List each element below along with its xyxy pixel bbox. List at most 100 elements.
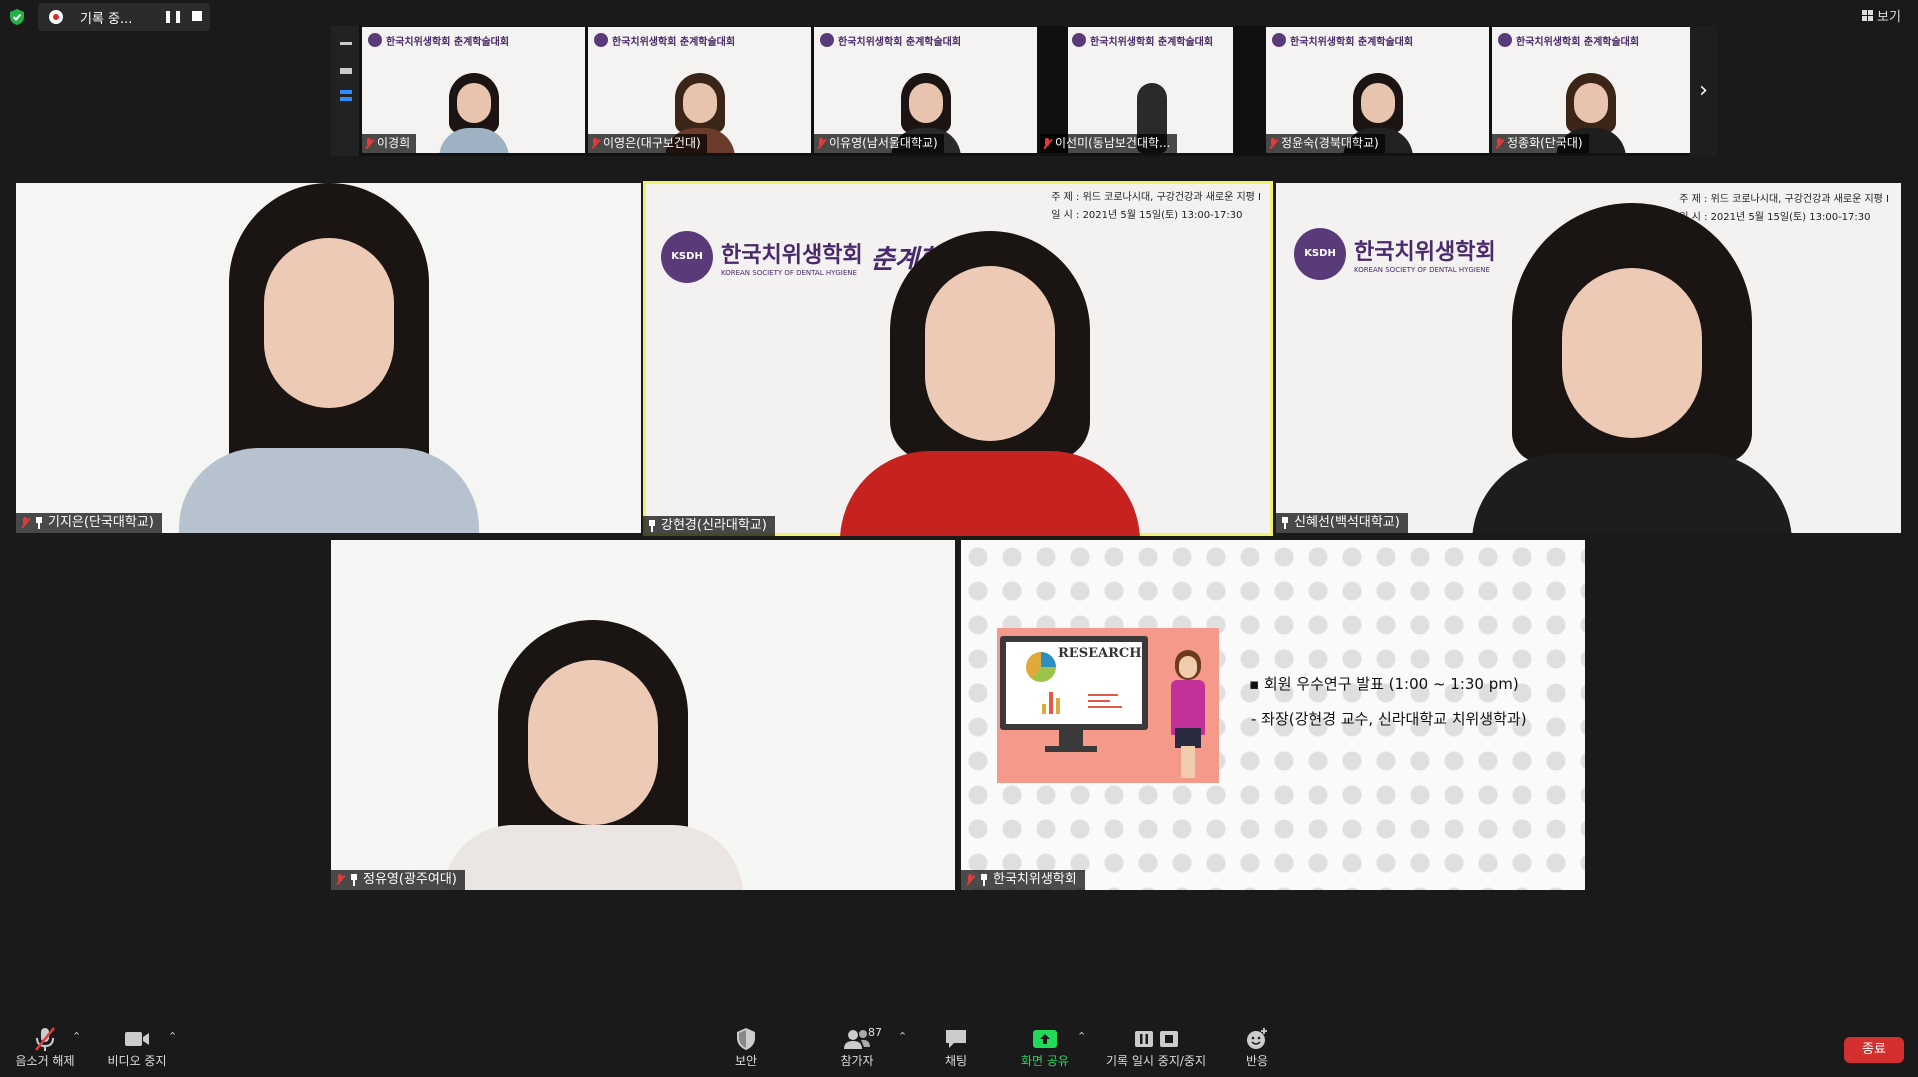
- audio-options-caret-icon[interactable]: ⌃: [72, 1030, 81, 1043]
- view-button[interactable]: 보기: [1862, 6, 1901, 25]
- slide-sub-text: - 좌장(강현경 교수, 신라대학교 치위생학과): [1251, 710, 1527, 728]
- view-label: 보기: [1877, 10, 1901, 25]
- participant-nametag: 이선미(동남보건대학...: [1040, 134, 1177, 153]
- minimize-strip-icon[interactable]: [340, 42, 352, 45]
- participant-video: [438, 73, 509, 153]
- mic-muted-icon: [590, 137, 600, 150]
- participant-nametag: 한국치위생학회: [961, 870, 1085, 890]
- mic-muted-icon: [965, 874, 975, 886]
- event-topic: 주 제 : 위드 코로나시대, 구강건강과 새로운 지평 I: [1051, 192, 1261, 203]
- participants-options-caret-icon[interactable]: ⌃: [898, 1030, 907, 1043]
- participant-name: 정종화(단국대): [1507, 136, 1583, 150]
- stop-recording-icon[interactable]: [192, 11, 202, 21]
- participant-name: 이유영(남서울대학교): [829, 136, 938, 150]
- hide-video-icon[interactable]: [340, 68, 352, 74]
- participant-nametag: 이경희: [362, 134, 417, 153]
- participant-name: 한국치위생학회: [993, 872, 1077, 887]
- mic-muted-icon: [364, 137, 374, 150]
- stop-icon: [1159, 1031, 1178, 1047]
- participant-video: [169, 183, 489, 533]
- recording-dot-icon: [49, 10, 63, 24]
- participant-name: 이영은(대구보건대): [603, 136, 701, 150]
- share-options-caret-icon[interactable]: ⌃: [1077, 1030, 1086, 1043]
- video-tile[interactable]: 기지은(단국대학교): [16, 183, 641, 533]
- security-shield-icon[interactable]: [8, 8, 26, 26]
- strip-layout-icon[interactable]: [340, 90, 352, 94]
- video-camera-icon: [125, 1032, 149, 1046]
- stop-video-button[interactable]: 비디오 중지: [100, 1026, 174, 1069]
- ksdh-logo-icon: KSDH: [661, 231, 713, 283]
- stop-video-label: 비디오 중지: [107, 1054, 167, 1068]
- mic-muted-icon: [35, 1027, 55, 1051]
- share-screen-button[interactable]: 화면 공유: [1010, 1026, 1080, 1069]
- participant-nametag: 이영은(대구보건대): [588, 134, 707, 153]
- pin-icon: [979, 874, 989, 886]
- mic-muted-icon: [335, 874, 345, 886]
- pin-icon: [647, 520, 657, 532]
- strip-view-controls: [331, 26, 359, 156]
- participants-button[interactable]: 87 참가자: [822, 1026, 892, 1069]
- thumbnail-banner: 한국치위생학회 춘계학술대회: [1290, 37, 1414, 48]
- participant-video: [839, 231, 1140, 536]
- chat-button[interactable]: 채팅: [930, 1026, 982, 1069]
- end-meeting-button[interactable]: 종료: [1844, 1037, 1904, 1063]
- share-screen-icon: [1033, 1030, 1057, 1048]
- participant-nametag: 신혜선(백석대학교): [1276, 513, 1408, 533]
- participant-nametag: 강현경(신라대학교): [643, 516, 775, 536]
- participant-nametag: 정유영(광주여대): [331, 870, 465, 890]
- reactions-button[interactable]: 반응: [1234, 1026, 1280, 1069]
- grid-view-icon: [1862, 10, 1873, 21]
- pin-icon: [349, 874, 359, 886]
- participant-name: 강현경(신라대학교): [661, 518, 767, 533]
- smiley-icon: [1247, 1028, 1267, 1049]
- reactions-label: 반응: [1245, 1054, 1269, 1068]
- pause-stop-recording-button[interactable]: 기록 일시 중지/중지: [1098, 1026, 1214, 1069]
- participant-name: 기지은(단국대학교): [48, 515, 154, 530]
- participant-nametag: 이유영(남서울대학교): [814, 134, 944, 153]
- video-options-caret-icon[interactable]: ⌃: [168, 1030, 177, 1043]
- thumbnail-tile[interactable]: 한국치위생학회 춘계학술대회 이영은(대구보건대): [588, 27, 811, 153]
- monitor-icon: RESEARCH: [1000, 636, 1148, 730]
- presenter-illustration: [1165, 650, 1213, 780]
- participant-name: 이경희: [377, 136, 411, 150]
- text-lines-icon: [1088, 694, 1122, 712]
- participant-name: 이선미(동남보건대학...: [1055, 136, 1171, 150]
- participant-video: [443, 620, 744, 890]
- mic-muted-icon: [1268, 137, 1278, 150]
- chat-icon: [946, 1030, 966, 1048]
- pie-chart-icon: [1026, 652, 1056, 682]
- mic-muted-icon: [20, 517, 30, 529]
- strip-layout-icon-2[interactable]: [340, 97, 352, 101]
- video-tile[interactable]: 주 제 : 위드 코로나시대, 구강건강과 새로운 지평 I 일 시 : 202…: [1276, 183, 1901, 533]
- chevron-right-icon: ›: [1699, 78, 1708, 103]
- slide-bullet-text: ▪ 회원 우수연구 발표 (1:00 ~ 1:30 pm): [1249, 675, 1519, 693]
- thumbnail-banner: 한국치위생학회 춘계학술대회: [386, 37, 510, 48]
- thumbnail-banner: 한국치위생학회 춘계학술대회: [612, 37, 736, 48]
- thumbnail-tile[interactable]: 한국치위생학회 춘계학술대회 정종화(단국대): [1492, 27, 1690, 153]
- unmute-button[interactable]: 음소거 해제: [8, 1026, 82, 1069]
- security-label: 보안: [734, 1054, 758, 1068]
- thumbnail-tile[interactable]: 한국치위생학회 춘계학술대회 이유영(남서울대학교): [814, 27, 1037, 153]
- event-info: 주 제 : 위드 코로나시대, 구강건강과 새로운 지평 I 일 시 : 202…: [1051, 189, 1261, 225]
- participant-nametag: 정종화(단국대): [1492, 134, 1589, 153]
- video-tile[interactable]: 정유영(광주여대): [331, 540, 955, 890]
- bar-chart-icon: [1042, 688, 1060, 714]
- mic-muted-icon: [816, 137, 826, 150]
- participant-name: 정윤숙(경북대학교): [1281, 136, 1379, 150]
- shield-icon: [737, 1028, 755, 1050]
- thumbnail-tile[interactable]: 한국치위생학회 춘계학술대회 이경희: [362, 27, 585, 153]
- strip-next-page-button[interactable]: ›: [1690, 26, 1717, 156]
- pause-recording-icon[interactable]: ❚❚: [163, 9, 183, 23]
- pin-icon: [1280, 517, 1290, 529]
- share-screen-label: 화면 공유: [1021, 1054, 1069, 1068]
- thumbnail-tile[interactable]: 한국치위생학회 춘계학술대회 이선미(동남보건대학...: [1040, 27, 1263, 153]
- participant-nametag: 기지은(단국대학교): [16, 513, 162, 533]
- recording-label: 기록 중...: [80, 12, 133, 27]
- pin-icon: [34, 517, 44, 529]
- pause-stop-recording-label: 기록 일시 중지/중지: [1106, 1054, 1206, 1068]
- participants-label: 참가자: [840, 1054, 874, 1068]
- shared-slide-tile[interactable]: RESEARCH ▪ 회원 우수연구 발표 (1:00 ~ 1:30 pm) -…: [961, 540, 1585, 890]
- video-tile-active-speaker[interactable]: 주 제 : 위드 코로나시대, 구강건강과 새로운 지평 I 일 시 : 202…: [643, 181, 1273, 536]
- thumbnail-tile[interactable]: 한국치위생학회 춘계학술대회 정윤숙(경북대학교): [1266, 27, 1489, 153]
- security-button[interactable]: 보안: [718, 1026, 774, 1069]
